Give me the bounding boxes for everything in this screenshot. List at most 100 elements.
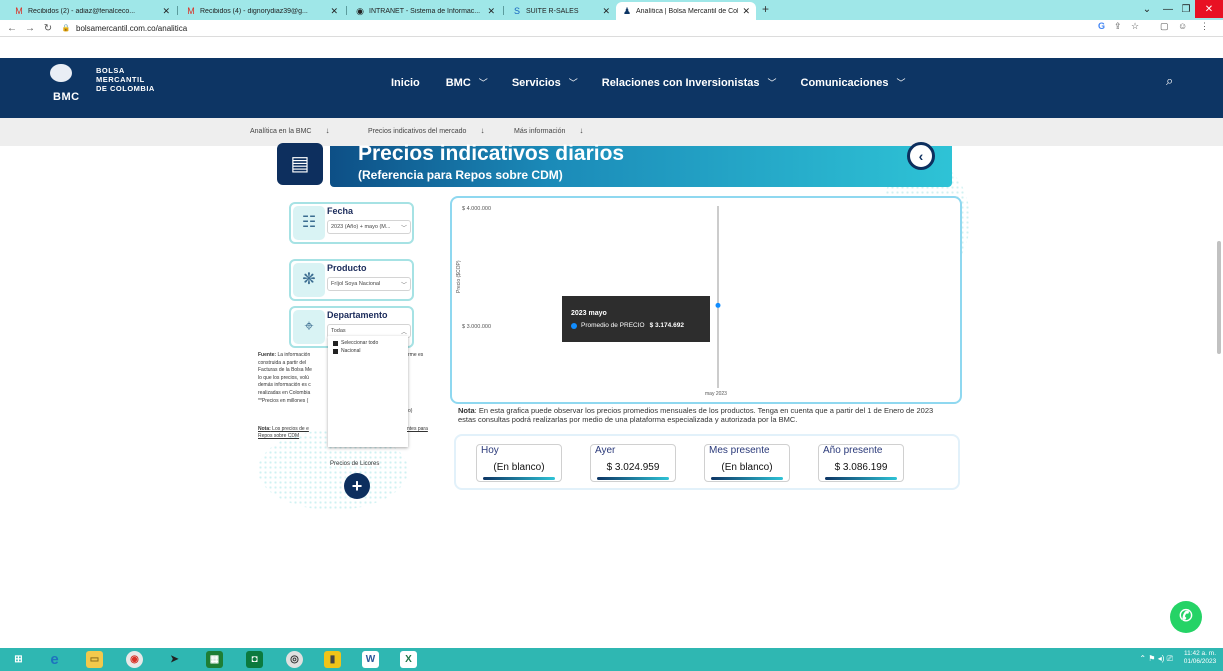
lock-icon[interactable]: 🔒: [60, 24, 72, 32]
site-header: BMC BOLSA MERCANTIL DE COLOMBIA Inicio B…: [0, 58, 1223, 118]
menu-dots-icon[interactable]: ⋮: [1200, 21, 1209, 32]
browser-tab-suite[interactable]: S SUITE R-SALES ✕: [506, 2, 616, 20]
whatsapp-icon[interactable]: ✆: [1170, 601, 1202, 633]
windows-taskbar: ⊞ e ▭ ◉ ➤ ▦ ◘ ◎ ▮ W X ⌃ ⚑ ◂) ⎚: [0, 648, 1223, 671]
chevron-down-icon: ﹀: [400, 226, 407, 232]
restore-icon[interactable]: ❐: [1178, 0, 1194, 18]
calculator-icon[interactable]: ▦: [206, 651, 223, 668]
source-note: Fuente: La información construida a part…: [258, 352, 312, 404]
producto-select[interactable]: Fríjol Soya Nacional ﹀: [327, 277, 411, 291]
checkbox-icon[interactable]: [333, 348, 338, 354]
word-icon[interactable]: W: [362, 651, 379, 668]
data-point: [715, 302, 721, 308]
excel-icon[interactable]: X: [400, 651, 417, 668]
chevron-up-icon: ︿: [400, 330, 407, 336]
departamento-dropdown: Seleccionar todo Nacional: [328, 336, 408, 447]
subnav-precios[interactable]: Precios indicativos del mercado ↓: [368, 126, 484, 135]
browser-tab-analitica[interactable]: ♟ Analítica | Bolsa Mercantil de Col... …: [616, 2, 756, 20]
source-note-fragment: rme es: [408, 352, 424, 358]
ie-icon[interactable]: e: [46, 651, 63, 668]
nav-inicio[interactable]: Inicio: [391, 76, 420, 89]
dropdown-option[interactable]: Seleccionar todo: [333, 339, 403, 347]
share-icon[interactable]: ⇪: [1114, 21, 1122, 32]
bmc-logo-icon[interactable]: [50, 64, 72, 82]
globe-icon: ◉: [356, 6, 364, 16]
store-icon[interactable]: ◘: [246, 651, 263, 668]
sidepanel-icon[interactable]: ▢: [1160, 21, 1169, 32]
app-2-icon[interactable]: ◎: [286, 651, 303, 668]
checkbox-icon[interactable]: [333, 340, 338, 346]
search-icon[interactable]: ⌕: [1166, 73, 1173, 89]
nota-link-fragment[interactable]: ntes para: [407, 426, 428, 432]
browser-tab-gmail-1[interactable]: M Recibidos (2) - adiaz@fenalceco... ✕: [8, 2, 176, 20]
nav-relaciones[interactable]: Relaciones con Inversionistas ﹀: [602, 76, 777, 89]
chevron-down-icon: ﹀: [896, 78, 906, 88]
suite-icon: S: [513, 6, 520, 16]
system-tray-icons[interactable]: ⌃ ⚑ ◂) ⎚: [1139, 654, 1173, 664]
filter-producto: ❋ Producto Fríjol Soya Nacional ﹀: [289, 259, 414, 301]
chevron-down-icon: ﹀: [400, 283, 407, 289]
page-banner: Precios indicativos diarios (Referencia …: [330, 142, 952, 187]
url-field[interactable]: bolsamercantil.com.co/analitica: [76, 24, 187, 33]
taskbar-clock[interactable]: 11:42 a. m. 01/06/2023: [1180, 650, 1220, 666]
page-title: Precios indicativos diarios: [358, 142, 625, 165]
window-close-icon[interactable]: ✕: [1195, 0, 1223, 18]
scrollbar-thumb[interactable]: [1217, 241, 1221, 354]
browser-tab-intranet[interactable]: ◉ INTRANET - Sistema de Informac... ✕: [349, 2, 501, 20]
nota-link[interactable]: Nota: Los precios de e Repos sobre CDM: [258, 426, 330, 440]
file-explorer-icon[interactable]: ▭: [86, 651, 103, 668]
fecha-select[interactable]: 2023 (Año) + mayo (M... ﹀: [327, 220, 411, 234]
source-note-fragment: o): [408, 408, 413, 414]
y-tick-label: $ 3.000.000: [462, 324, 491, 330]
profile-icon[interactable]: ☺: [1178, 21, 1187, 31]
subnav-mas-info[interactable]: Más información ↓: [514, 126, 583, 135]
logo-short[interactable]: BMC: [53, 91, 80, 103]
nav-comunicaciones[interactable]: Comunicaciones ﹀: [801, 76, 906, 89]
product-icon: ❋: [293, 263, 325, 297]
nav-servicios[interactable]: Servicios ﹀: [512, 76, 578, 89]
close-icon[interactable]: ✕: [487, 6, 495, 17]
bmc-icon: ♟: [622, 6, 632, 16]
gmail-icon: M: [187, 6, 195, 16]
close-icon[interactable]: ✕: [330, 6, 338, 17]
subnav-analitica[interactable]: Analítica en la BMC ↓: [250, 126, 329, 135]
windows-start-icon[interactable]: ⊞: [10, 651, 27, 668]
filter-fecha: ☷ Fecha 2023 (Año) + mayo (M... ﹀: [289, 202, 414, 244]
gmail-icon: M: [15, 6, 23, 16]
chart-tooltip: 2023 mayo Promedio de PRECIO $ 3.174.692: [562, 296, 710, 342]
browser-tab-strip: M Recibidos (2) - adiaz@fenalceco... ✕ M…: [0, 0, 1223, 20]
licores-plus-button[interactable]: +: [344, 473, 370, 499]
chevron-down-icon: ﹀: [478, 78, 488, 88]
power-bi-icon[interactable]: ▮: [324, 651, 341, 668]
browser-tab-gmail-2[interactable]: M Recibidos (4) - dignorydiaz39@g... ✕: [180, 2, 344, 20]
main-nav: Inicio BMC ﹀ Servicios ﹀ Relaciones con In…: [391, 76, 906, 89]
forward-icon[interactable]: →: [24, 23, 36, 34]
nav-bmc[interactable]: BMC ﹀: [446, 76, 488, 89]
address-bar: ← → ↻ 🔒 bolsamercantil.com.co/analitica …: [0, 20, 1223, 37]
close-icon[interactable]: ✕: [162, 6, 170, 17]
chrome-icon[interactable]: ◉: [126, 651, 143, 668]
x-tick-label: may 2023: [705, 391, 727, 397]
dropdown-option[interactable]: Nacional: [333, 347, 403, 355]
app-icon[interactable]: ➤: [166, 651, 183, 668]
back-icon[interactable]: ←: [6, 23, 18, 34]
kpi-ayer: Ayer $ 3.024.959: [590, 444, 676, 482]
tab-search-chevron-icon[interactable]: ⌄: [1139, 0, 1155, 18]
page-subtitle: (Referencia para Repos sobre CDM): [358, 168, 563, 182]
arrow-down-icon: ↓: [480, 126, 485, 135]
close-icon[interactable]: ✕: [602, 6, 610, 17]
y-axis-label: Precio ($COP): [456, 260, 462, 293]
chevron-down-icon: ﹀: [568, 78, 578, 88]
logo-text[interactable]: BOLSA MERCANTIL DE COLOMBIA: [96, 66, 155, 93]
calendar-icon: ☷: [293, 206, 325, 240]
y-tick-label: $ 4.000.000: [462, 206, 491, 212]
series-dot-icon: [571, 322, 577, 329]
google-icon[interactable]: G: [1098, 21, 1105, 31]
back-arrow-icon[interactable]: ‹: [907, 142, 935, 170]
new-tab-button[interactable]: +: [762, 2, 769, 16]
minimize-icon[interactable]: —: [1160, 0, 1176, 18]
reload-icon[interactable]: ↻: [42, 23, 54, 34]
star-icon[interactable]: ☆: [1131, 21, 1139, 32]
close-icon[interactable]: ✕: [742, 6, 750, 17]
chevron-down-icon: ﹀: [767, 78, 777, 88]
